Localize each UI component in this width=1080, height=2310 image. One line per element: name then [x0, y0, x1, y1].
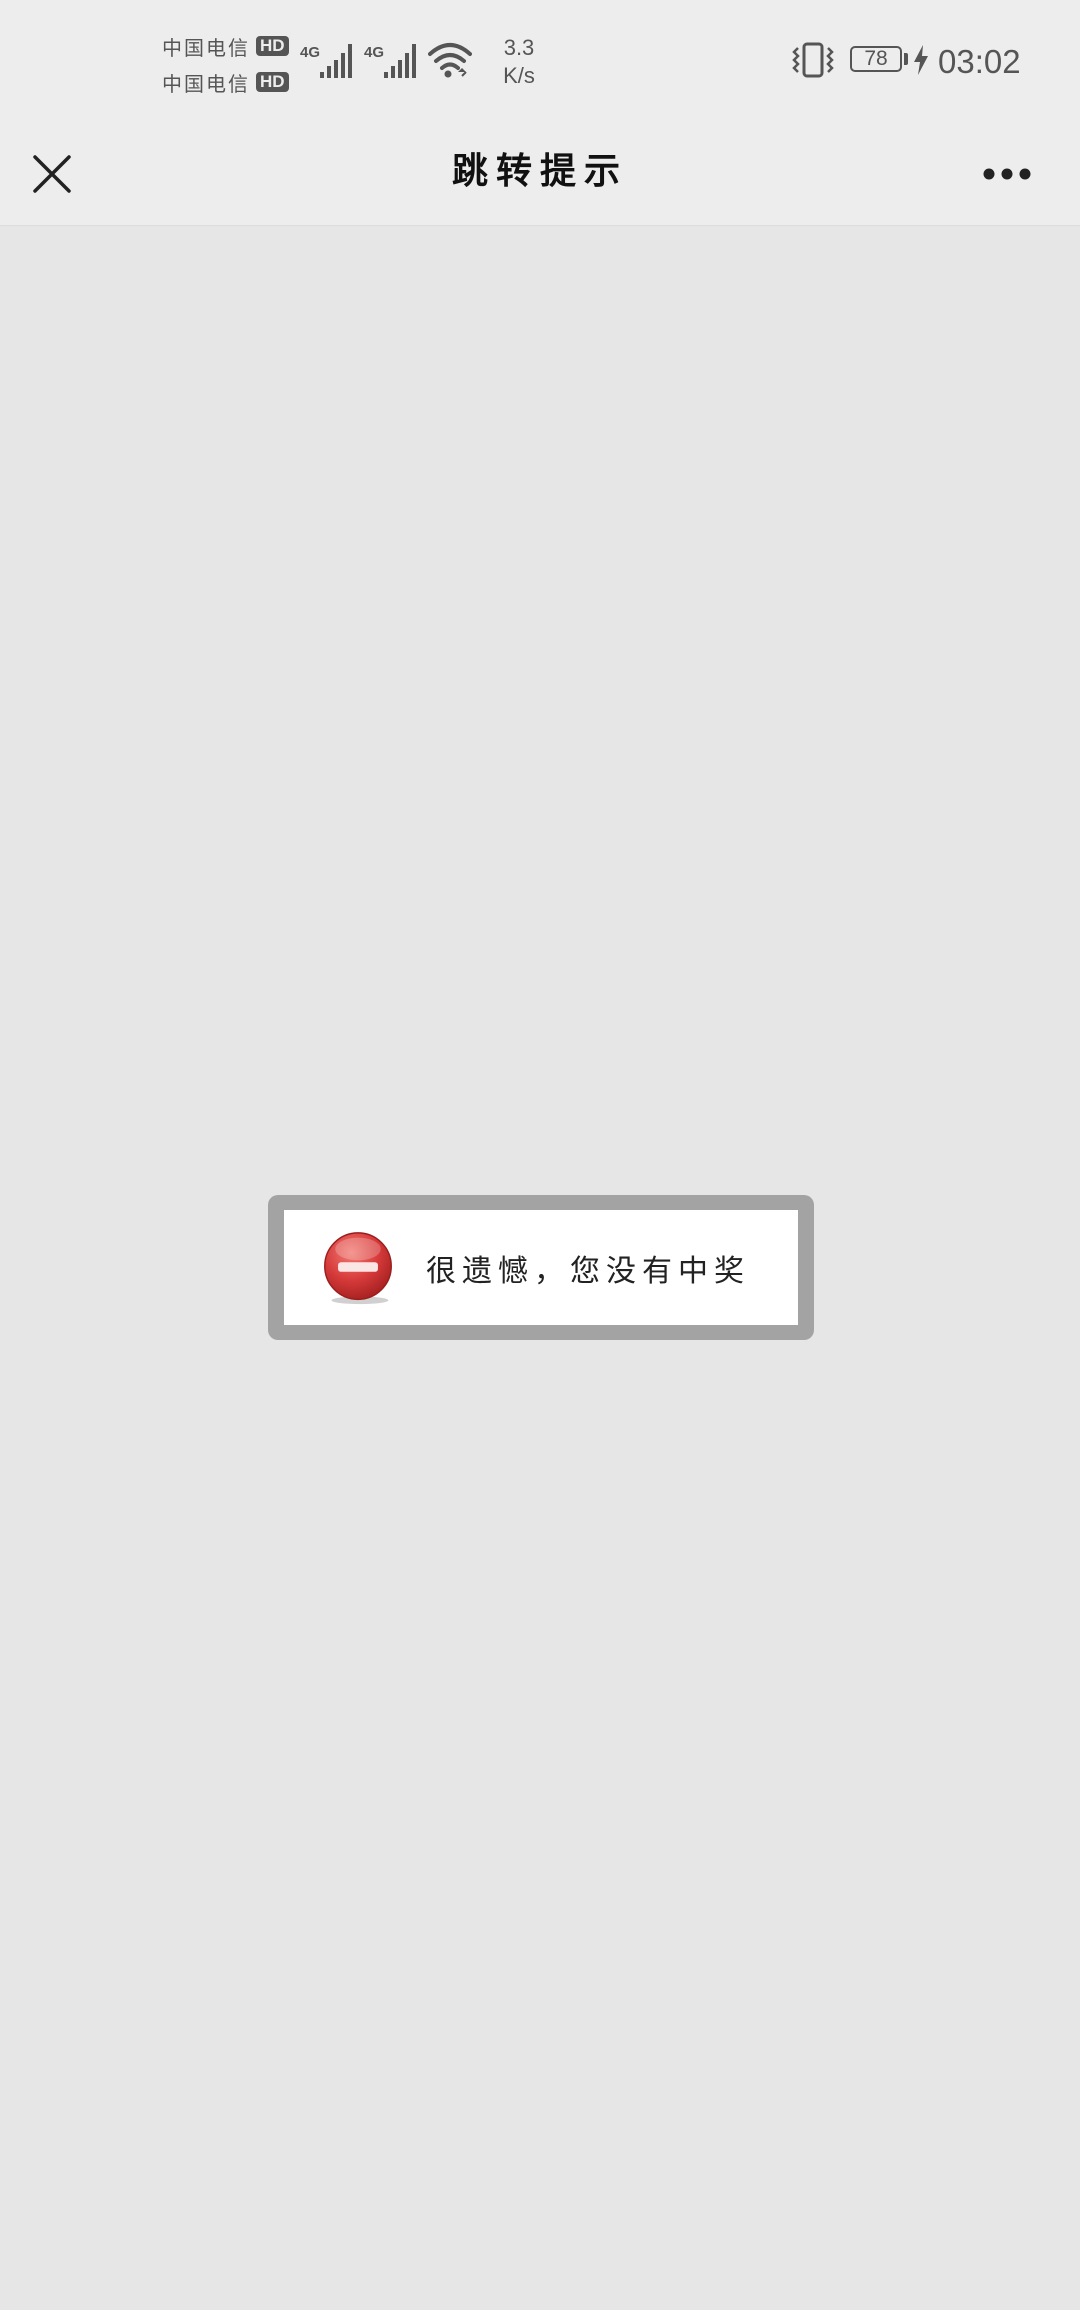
- close-button[interactable]: [22, 139, 82, 209]
- vibrate-icon: [790, 42, 836, 82]
- signal-icon: 4G: [364, 40, 422, 80]
- result-dialog: 很遗憾，您没有中奖: [268, 1195, 814, 1340]
- net-speed-value: 3.3: [503, 35, 535, 60]
- status-time: 03:02: [938, 43, 1021, 80]
- net-speed: 3.3 K/s: [484, 34, 554, 90]
- battery-tip: [904, 53, 908, 65]
- hd-badge: HD: [256, 72, 289, 92]
- carrier-name: 中国电信: [162, 35, 250, 60]
- carrier-name: 中国电信: [162, 71, 250, 96]
- dialog-body: 很遗憾，您没有中奖: [284, 1210, 798, 1325]
- page-title: 跳转提示: [451, 150, 628, 192]
- more-button[interactable]: [972, 149, 1042, 199]
- hd-badge: HD: [256, 36, 289, 56]
- wifi-icon: [428, 42, 472, 82]
- network-type-label: 4G: [364, 44, 384, 61]
- carrier-list: 中国电信 HD 中国电信 HD: [162, 30, 302, 102]
- charging-icon: [912, 44, 930, 80]
- screen: 中国电信 HD 中国电信 HD 4G 4G 3.3 K/s 78 03:02 跳…: [0, 0, 1080, 2310]
- title-bar: 跳转提示: [0, 125, 1080, 226]
- status-bar: 中国电信 HD 中国电信 HD 4G 4G 3.3 K/s 78 03:02: [0, 0, 1080, 125]
- battery-icon: 78: [850, 46, 902, 72]
- network-type-label: 4G: [300, 44, 320, 61]
- error-icon: [324, 1231, 392, 1304]
- close-icon: [33, 155, 71, 193]
- more-icon: [983, 168, 1031, 180]
- dialog-message: 很遗憾，您没有中奖: [426, 1253, 750, 1289]
- signal-icon: 4G: [300, 40, 358, 80]
- net-speed-unit: K/s: [503, 63, 535, 88]
- carrier-row: 中国电信 HD: [162, 66, 302, 98]
- carrier-row: 中国电信 HD: [162, 30, 302, 62]
